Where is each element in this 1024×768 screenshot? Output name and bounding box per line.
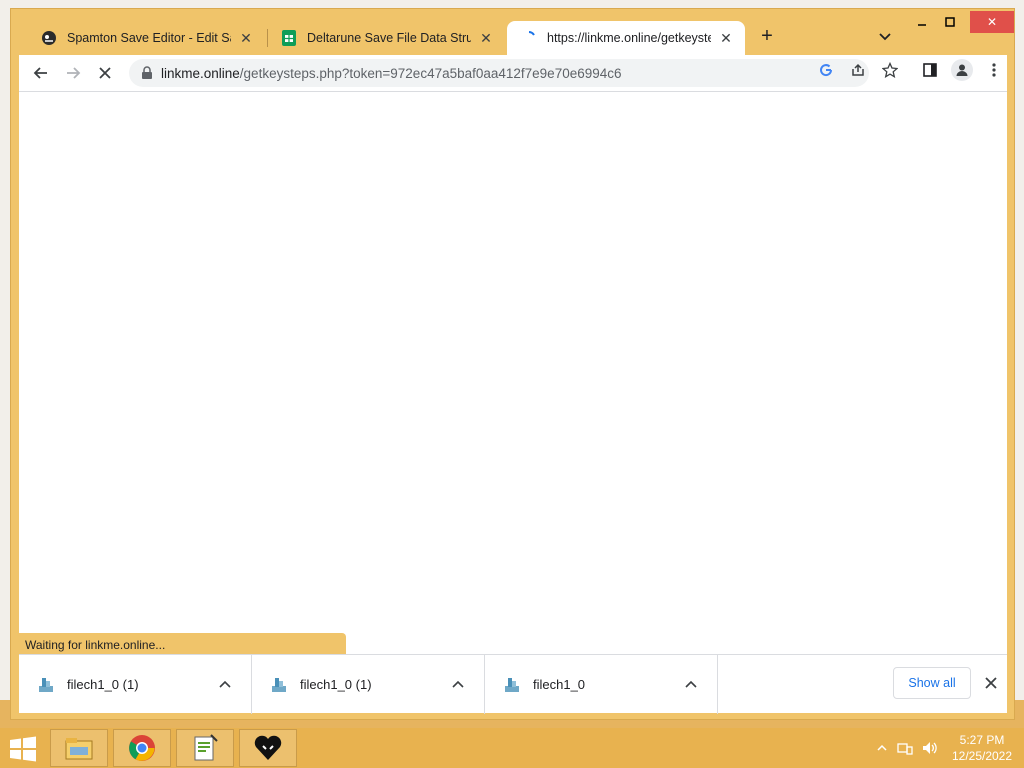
download-filename: filech1_0 (1) (67, 677, 139, 692)
bookmark-star-icon[interactable] (881, 61, 899, 79)
google-lens-icon[interactable] (817, 61, 835, 79)
file-icon (270, 676, 288, 694)
back-button[interactable] (29, 61, 53, 85)
close-download-shelf-icon[interactable] (981, 673, 1001, 693)
browser-window: Spamton Save Editor - Edit Save ✕ Deltar… (10, 8, 1015, 720)
taskbar: 5:27 PM 12/25/2022 (0, 728, 1024, 768)
tab-title: Deltarune Save File Data Structure (307, 31, 471, 45)
chevron-up-icon[interactable] (450, 677, 466, 693)
kebab-menu-icon[interactable] (985, 61, 1003, 79)
close-tab-icon[interactable]: ✕ (717, 29, 735, 47)
browser-toolbar: linkme.online/getkeysteps.php?token=972e… (19, 55, 1007, 91)
show-all-button[interactable]: Show all (893, 667, 971, 699)
download-item[interactable]: filech1_0 (1) (252, 655, 485, 714)
file-icon (37, 676, 55, 694)
window-close-button[interactable]: ✕ (970, 11, 1014, 33)
spamton-icon (41, 30, 57, 46)
tab-deltarune-data-structure[interactable]: Deltarune Save File Data Structure ✕ (267, 21, 505, 55)
close-tab-icon[interactable]: ✕ (237, 29, 255, 47)
new-tab-button[interactable]: + (756, 25, 778, 47)
chevron-up-icon[interactable] (217, 677, 233, 693)
loading-spinner-icon (521, 30, 537, 46)
url-domain: linkme.online (161, 65, 240, 81)
network-icon[interactable] (897, 740, 913, 756)
download-filename: filech1_0 (533, 677, 586, 692)
clock-date: 12/25/2022 (951, 749, 1013, 763)
status-bubble: Waiting for linkme.online... (19, 633, 346, 654)
tab-strip: Spamton Save Editor - Edit Save ✕ Deltar… (11, 9, 1014, 55)
side-panel-icon[interactable] (921, 61, 939, 79)
stop-loading-button[interactable] (93, 61, 117, 85)
tab-spamton-save-editor[interactable]: Spamton Save Editor - Edit Save ✕ (27, 21, 265, 55)
show-hidden-icons-chevron-icon[interactable] (874, 740, 890, 756)
file-explorer-icon[interactable] (50, 729, 108, 767)
page-content (19, 91, 1007, 654)
address-bar[interactable]: linkme.online/getkeysteps.php?token=972e… (129, 59, 869, 87)
download-filename: filech1_0 (1) (300, 677, 372, 692)
lock-icon[interactable] (133, 66, 161, 80)
close-tab-icon[interactable]: ✕ (477, 29, 495, 47)
download-shelf: filech1_0 (1) filech1_0 (1) filech1_0 Sh… (19, 654, 1007, 714)
tab-title: Spamton Save Editor - Edit Save (67, 31, 231, 45)
download-item[interactable]: filech1_0 (485, 655, 718, 714)
forward-button[interactable] (61, 61, 85, 85)
url-path: /getkeysteps.php?token=972ec47a5baf0aa41… (239, 65, 622, 81)
minimize-button[interactable] (908, 11, 936, 33)
profile-avatar-icon[interactable] (951, 59, 973, 81)
chrome-icon[interactable] (113, 729, 171, 767)
file-icon (503, 676, 521, 694)
windows-start-button[interactable] (8, 736, 38, 762)
tab-search-chevron-icon[interactable] (876, 27, 894, 45)
chevron-up-icon[interactable] (683, 677, 699, 693)
deltarune-heart-icon[interactable] (239, 729, 297, 767)
system-clock[interactable]: 5:27 PM 12/25/2022 (944, 732, 1020, 764)
sheets-icon (281, 30, 297, 46)
notepad-plus-plus-icon[interactable] (176, 729, 234, 767)
url-text[interactable]: linkme.online/getkeysteps.php?token=972e… (161, 66, 622, 81)
maximize-button[interactable] (936, 11, 964, 33)
tab-linkme-active[interactable]: https://linkme.online/getkeysteps ✕ (507, 21, 745, 55)
download-item[interactable]: filech1_0 (1) (19, 655, 252, 714)
tab-title: https://linkme.online/getkeysteps (547, 31, 711, 45)
volume-icon[interactable] (921, 740, 937, 756)
clock-time: 5:27 PM (959, 733, 1005, 747)
share-icon[interactable] (849, 61, 867, 79)
